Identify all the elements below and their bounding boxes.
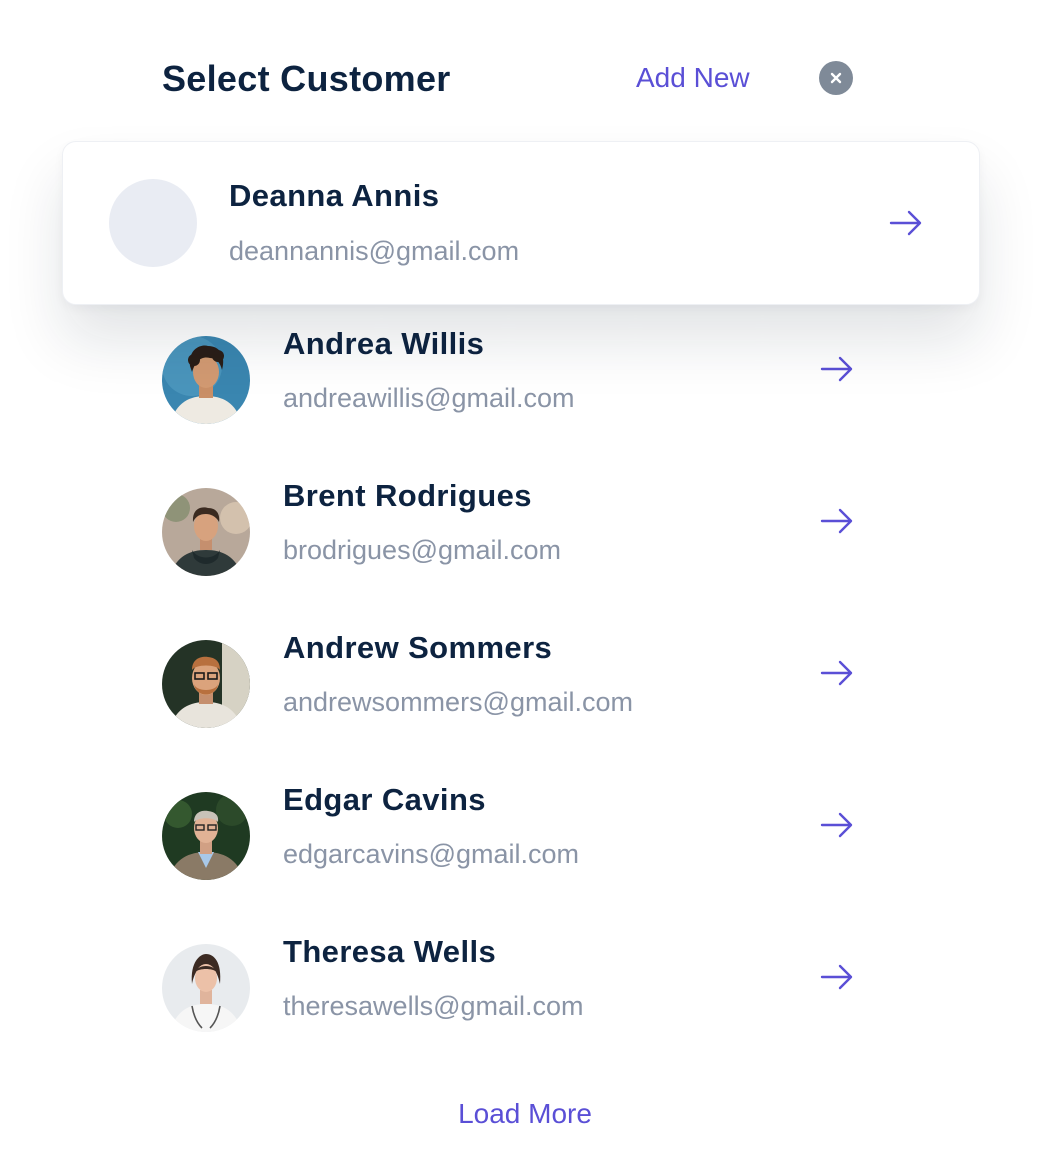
add-new-button[interactable]: Add New [636, 62, 750, 94]
customer-row[interactable]: Edgar Cavins edgarcavins@gmail.com [150, 782, 880, 912]
customer-name: Theresa Wells [283, 934, 497, 969]
customer-email: theresawells@gmail.com [283, 991, 584, 1021]
customer-row[interactable]: Andrew Sommers andrewsommers@gmail.com [150, 630, 880, 760]
customer-name: Brent Rodrigues [283, 478, 532, 513]
avatar [162, 792, 250, 880]
customer-name: Edgar Cavins [283, 782, 486, 817]
customer-email: brodrigues@gmail.com [283, 535, 562, 565]
arrow-right-icon[interactable] [820, 964, 854, 990]
customer-name: Deanna Annis [229, 178, 440, 213]
arrow-right-icon[interactable] [820, 508, 854, 534]
customer-name: Andrea Willis [283, 326, 485, 361]
arrow-right-icon[interactable] [820, 660, 854, 686]
arrow-right-icon[interactable] [820, 812, 854, 838]
customer-name: Andrew Sommers [283, 630, 553, 665]
avatar [162, 336, 250, 424]
customer-row[interactable]: Brent Rodrigues brodrigues@gmail.com [150, 478, 880, 608]
load-more-button[interactable]: Load More [0, 1098, 1042, 1130]
customer-email: andreawillis@gmail.com [283, 383, 575, 413]
page-title: Select Customer [162, 58, 451, 99]
selected-customer-card[interactable]: Deanna Annis deannannis@gmail.com [62, 141, 980, 305]
close-icon [830, 72, 842, 84]
avatar [109, 179, 197, 267]
customer-row[interactable]: Theresa Wells theresawells@gmail.com [150, 934, 880, 1064]
customer-email: edgarcavins@gmail.com [283, 839, 580, 869]
avatar [162, 944, 250, 1032]
avatar [162, 640, 250, 728]
arrow-right-icon[interactable] [889, 210, 923, 236]
customer-email: deannannis@gmail.com [229, 236, 520, 266]
arrow-right-icon[interactable] [820, 356, 854, 382]
avatar [162, 488, 250, 576]
close-button[interactable] [819, 61, 853, 95]
customer-email: andrewsommers@gmail.com [283, 687, 633, 717]
customer-row[interactable]: Andrea Willis andreawillis@gmail.com [150, 326, 880, 456]
dialog-header: Select Customer Add New [0, 0, 1042, 140]
